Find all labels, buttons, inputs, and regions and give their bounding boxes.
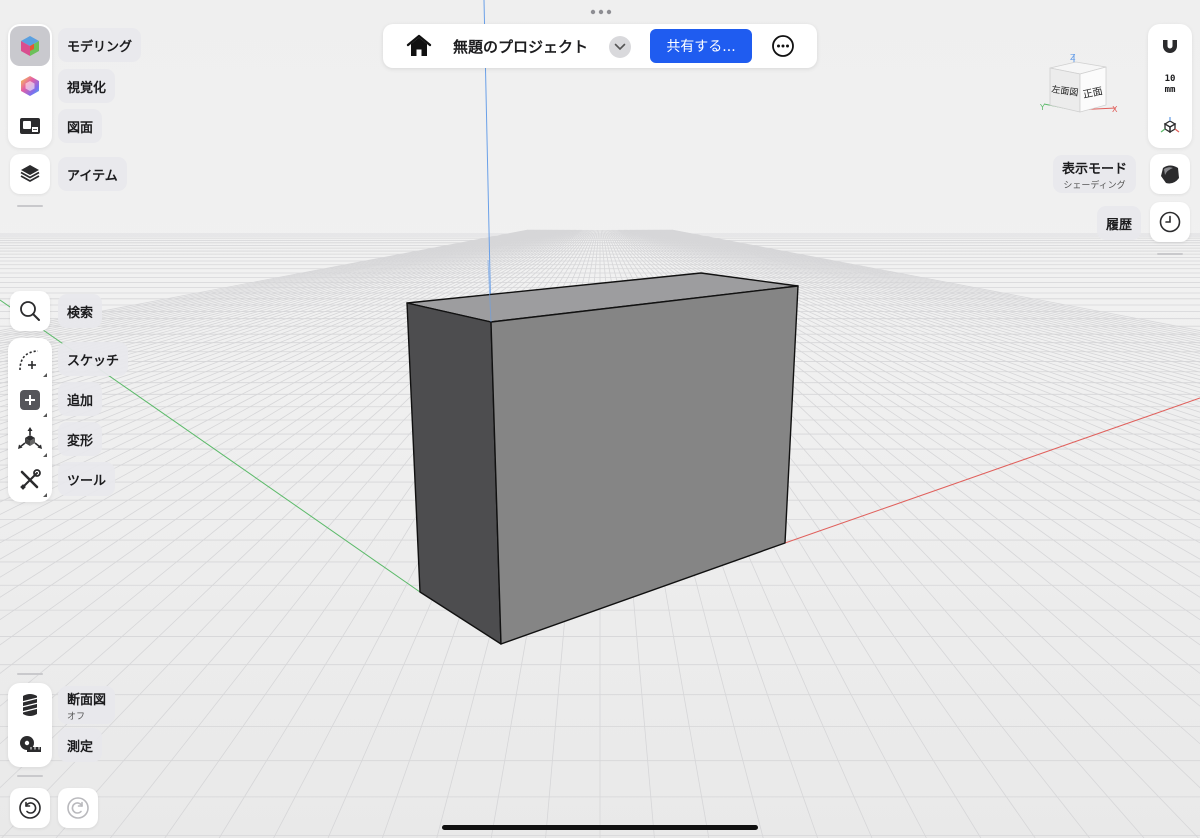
left-panel-divider-bottom bbox=[17, 775, 43, 777]
axis-y-label: Y bbox=[1039, 103, 1045, 112]
window-grabber-icon[interactable] bbox=[589, 8, 613, 16]
tool-tools-label[interactable]: ツール bbox=[58, 462, 116, 496]
clock-icon bbox=[1159, 211, 1181, 233]
workspace-drawing-button[interactable] bbox=[10, 106, 50, 146]
tape-measure-icon bbox=[20, 736, 41, 752]
search-button[interactable] bbox=[10, 291, 50, 331]
analysis-palette bbox=[8, 683, 52, 767]
grid-unit-name: mm bbox=[1164, 85, 1176, 95]
undo-button[interactable] bbox=[10, 788, 50, 828]
drawing-sheet-icon bbox=[20, 118, 40, 134]
chevron-down-icon bbox=[614, 43, 626, 51]
shaded-sphere-icon bbox=[1161, 165, 1179, 184]
section-cut-icon bbox=[21, 694, 39, 716]
workspace-switcher bbox=[8, 24, 52, 148]
axis-x-label: X bbox=[1112, 105, 1118, 114]
more-button[interactable] bbox=[771, 34, 795, 58]
items-label[interactable]: アイテム bbox=[58, 157, 127, 191]
share-button[interactable]: 共有する... bbox=[650, 29, 752, 63]
measure-button[interactable] bbox=[10, 725, 50, 765]
history-button[interactable] bbox=[1150, 202, 1190, 242]
section-view-state: オフ bbox=[67, 711, 86, 722]
add-square-icon bbox=[20, 390, 40, 410]
tool-add-label[interactable]: 追加 bbox=[58, 382, 103, 416]
workspace-visualize-button[interactable] bbox=[10, 66, 50, 106]
workspace-modeling-label[interactable]: モデリング bbox=[58, 28, 142, 62]
tool-tools-button[interactable] bbox=[10, 460, 50, 500]
search-icon bbox=[20, 301, 40, 321]
display-mode-title: 表示モード bbox=[1062, 161, 1128, 177]
layers-icon bbox=[20, 165, 40, 182]
box-side-face[interactable] bbox=[406, 302, 502, 645]
3d-viewport[interactable] bbox=[0, 0, 1200, 838]
tool-transform-label[interactable]: 変形 bbox=[58, 422, 103, 456]
redo-button[interactable] bbox=[58, 788, 98, 828]
search-label[interactable]: 検索 bbox=[58, 294, 103, 328]
display-mode-label[interactable]: 表示モード シェーディング bbox=[1053, 155, 1137, 193]
workspace-drawing-label[interactable]: 図面 bbox=[58, 109, 103, 143]
right-panel-divider bbox=[1157, 253, 1183, 255]
box-front-face[interactable] bbox=[490, 285, 799, 645]
project-title[interactable]: 無題のプロジェクト bbox=[453, 36, 588, 57]
undo-icon bbox=[19, 797, 41, 819]
section-view-label[interactable]: 断面図 オフ bbox=[58, 686, 116, 724]
transform-axes-icon bbox=[18, 427, 42, 449]
workspace-visualize-label[interactable]: 視覚化 bbox=[58, 69, 116, 103]
visualize-hexagon-icon bbox=[21, 76, 39, 96]
snap-units-panel: 10 mm bbox=[1148, 24, 1192, 148]
home-icon bbox=[406, 34, 432, 56]
display-mode-button[interactable] bbox=[1150, 154, 1190, 194]
more-ellipsis-icon bbox=[772, 35, 794, 57]
tool-sketch-label[interactable]: スケッチ bbox=[58, 342, 129, 376]
tools-palette bbox=[8, 338, 52, 502]
project-toolbar: 無題のプロジェクト 共有する... bbox=[383, 24, 817, 68]
left-panel-divider bbox=[17, 205, 43, 207]
sketch-arc-icon bbox=[19, 350, 39, 371]
wrench-screwdriver-icon bbox=[20, 469, 41, 490]
orientation-cube-icon bbox=[1160, 117, 1180, 134]
magnet-icon bbox=[1163, 37, 1177, 53]
grid-unit-readout[interactable]: 10 mm bbox=[1148, 74, 1192, 96]
measure-label[interactable]: 測定 bbox=[58, 728, 103, 762]
workspace-modeling-button[interactable] bbox=[10, 26, 50, 66]
snap-button[interactable] bbox=[1150, 26, 1190, 66]
left-panel-divider-lower bbox=[17, 673, 43, 675]
section-view-button[interactable] bbox=[10, 685, 50, 725]
grid-unit-value: 10 bbox=[1164, 74, 1176, 84]
items-button[interactable] bbox=[10, 154, 50, 194]
section-view-title: 断面図 bbox=[67, 692, 107, 708]
tool-transform-button[interactable] bbox=[10, 420, 50, 460]
redo-icon bbox=[67, 797, 89, 819]
tool-sketch-button[interactable] bbox=[10, 340, 50, 380]
history-label[interactable]: 履歴 bbox=[1097, 206, 1142, 240]
box-solid[interactable] bbox=[406, 272, 799, 645]
orientation-button[interactable] bbox=[1150, 106, 1190, 146]
display-mode-value: シェーディング bbox=[1063, 180, 1126, 191]
axis-z-label: Z bbox=[1070, 53, 1076, 62]
home-button[interactable] bbox=[401, 32, 437, 60]
modeling-cube-icon bbox=[21, 36, 39, 56]
view-cube[interactable]: 左面図 正面 Z X Y bbox=[1036, 50, 1128, 130]
tool-add-button[interactable] bbox=[10, 380, 50, 420]
home-indicator bbox=[442, 825, 758, 830]
project-menu-button[interactable] bbox=[609, 36, 631, 58]
